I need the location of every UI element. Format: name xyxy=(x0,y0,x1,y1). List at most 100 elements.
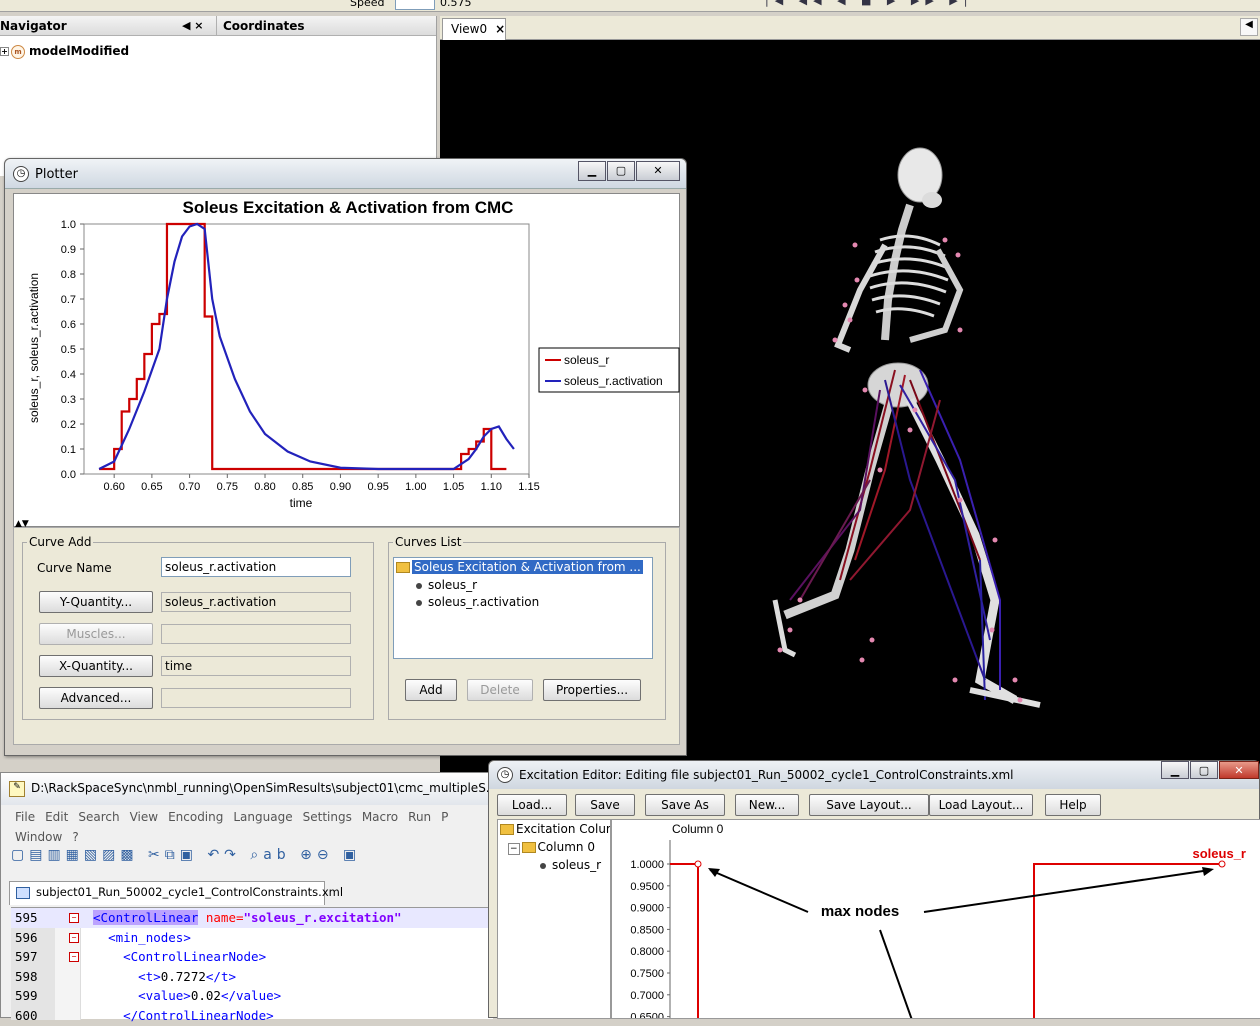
code-line[interactable]: 595 − <ControlLinear name="soleus_r.excita… xyxy=(11,908,493,928)
playback-controls[interactable]: |◀ ◀◀ ◀ ■ ▶ ▶▶ ▶| xyxy=(765,0,973,7)
plotter-titlebar[interactable]: ◷ Plotter ▁ ▢ ✕ xyxy=(5,159,686,189)
curve-label: soleus_r xyxy=(1193,846,1246,861)
muscles-button[interactable]: Muscles... xyxy=(39,623,153,645)
help-button[interactable]: Help xyxy=(1045,794,1101,816)
list-item[interactable]: soleus_r xyxy=(416,578,477,592)
max-node[interactable] xyxy=(1218,860,1226,868)
save-layout-button[interactable]: Save Layout... xyxy=(809,794,929,816)
chevron-left-icon[interactable]: ◀ xyxy=(1240,18,1258,36)
save-button[interactable]: Save xyxy=(575,794,635,816)
maximize-button[interactable]: ▢ xyxy=(1190,761,1218,779)
x-tick-label: 0.60 xyxy=(103,481,124,493)
properties-button[interactable]: Properties... xyxy=(543,679,641,701)
load-button[interactable]: Load... xyxy=(497,794,567,816)
code-line[interactable]: 597 − <ControlLinearNode> xyxy=(11,947,493,967)
menu-item[interactable]: Encoding xyxy=(168,810,223,824)
save-as-button[interactable]: Save As xyxy=(645,794,725,816)
collapse-icon[interactable]: − xyxy=(508,843,520,855)
excitation-tree[interactable]: Excitation Columns − Column 0 soleus_r xyxy=(497,819,611,1019)
curve-name-label: Curve Name xyxy=(37,561,112,575)
xml-text: 0.02 xyxy=(190,988,221,1003)
code-line[interactable]: 600 </ControlLinearNode> xyxy=(11,1006,493,1026)
close-button[interactable]: ✕ xyxy=(636,161,680,181)
tab-coordinates[interactable]: Coordinates xyxy=(216,16,311,36)
navigator-tab-controls[interactable]: ◀ × xyxy=(182,19,204,32)
x-tick-label: 0.65 xyxy=(141,481,162,493)
view-tab-bar: View0 × ◀ xyxy=(440,16,1260,40)
file-icon xyxy=(16,887,30,899)
menu-item[interactable]: File xyxy=(15,810,35,824)
tab-navigator[interactable]: Navigator xyxy=(0,19,67,33)
y-tick-label: 1.0000 xyxy=(630,859,664,871)
x-tick-label: 0.85 xyxy=(292,481,313,493)
folder-icon xyxy=(521,842,536,853)
fold-toggle-icon[interactable]: − xyxy=(69,913,79,923)
maximize-button[interactable]: ▢ xyxy=(607,161,635,181)
menu-item[interactable]: Settings xyxy=(303,810,352,824)
new-button[interactable]: New... xyxy=(735,794,799,816)
menu-item[interactable]: Language xyxy=(233,810,292,824)
y-quantity-button[interactable]: Y-Quantity... xyxy=(39,591,153,613)
line-number: 595 xyxy=(15,910,38,925)
tree-leaf[interactable]: soleus_r xyxy=(540,858,601,872)
advanced-field xyxy=(161,688,351,708)
speed-spinner[interactable] xyxy=(395,0,435,10)
plotter-window: ◷ Plotter ▁ ▢ ✕ Soleus Excitation & Activa… xyxy=(4,158,687,756)
minimize-button[interactable]: ▁ xyxy=(1161,761,1189,779)
tree-column[interactable]: − Column 0 xyxy=(508,840,595,855)
line-number: 600 xyxy=(15,1007,38,1023)
close-button[interactable]: ✕ xyxy=(1219,761,1259,779)
arrowhead-icon xyxy=(1202,867,1214,876)
menu-item[interactable]: Macro xyxy=(362,810,398,824)
curves-list-root[interactable]: Soleus Excitation & Activation from ... xyxy=(396,560,643,574)
menu-item[interactable]: Run xyxy=(408,810,431,824)
expand-icon[interactable]: + xyxy=(0,47,9,56)
code-line[interactable]: 596 − <min_nodes> xyxy=(11,928,493,948)
stopwatch-icon: ◷ xyxy=(13,166,29,182)
load-layout-button[interactable]: Load Layout... xyxy=(929,794,1033,816)
model-name[interactable]: modelModified xyxy=(29,44,129,58)
tree-root[interactable]: Excitation Columns xyxy=(500,822,610,836)
menu-item[interactable]: Window xyxy=(15,830,62,844)
menu-item[interactable]: ? xyxy=(72,830,78,844)
x-quantity-button[interactable]: X-Quantity... xyxy=(39,655,153,677)
code-editor[interactable]: 595 − <ControlLinear name="soleus_r.excita… xyxy=(11,907,493,1023)
notepad-toolbar[interactable]: ▢▤▥▦▧▨▩ ✂⧉▣ ↶↷ ⌕ab ⊕⊖ ▣ xyxy=(11,847,491,871)
y-tick-label: 0.7000 xyxy=(630,990,664,1002)
add-button[interactable]: Add xyxy=(405,679,457,701)
menu-item[interactable]: View xyxy=(130,810,158,824)
notepad-titlebar[interactable]: ✎ D:\RackSpaceSync\nmbl_running\OpenSimR… xyxy=(1,773,497,805)
advanced-button[interactable]: Advanced... xyxy=(39,687,153,709)
excitation-chart[interactable]: Column 0 soleus_r 1.0000 0.9500 0.9000 0.85… xyxy=(611,819,1260,1019)
list-item[interactable]: soleus_r.activation xyxy=(416,595,539,609)
code-line[interactable]: 598 <t>0.7272</t> xyxy=(11,967,493,987)
tab-file[interactable]: subject01_Run_50002_cycle1_ControlConstr… xyxy=(9,881,343,905)
delete-button[interactable]: Delete xyxy=(467,679,533,701)
tab-view0[interactable]: View0 × xyxy=(442,18,506,40)
menu-item[interactable]: P xyxy=(441,810,448,824)
menu-item[interactable]: Edit xyxy=(45,810,68,824)
code-line[interactable]: 599 <value>0.02</value> xyxy=(11,986,493,1006)
muscles-field xyxy=(161,624,351,644)
minimize-button[interactable]: ▁ xyxy=(578,161,606,181)
xml-close-tag: </value> xyxy=(220,988,282,1003)
curve-name-field[interactable]: soleus_r.activation xyxy=(161,557,351,577)
fold-toggle-icon[interactable]: − xyxy=(69,952,79,962)
excitation-editor-titlebar[interactable]: ◷ Excitation Editor: Editing file subjec… xyxy=(489,761,1259,789)
navigator-panel: Navigator ◀ × Coordinates + m modelModifie… xyxy=(0,16,437,176)
close-icon[interactable]: × xyxy=(495,22,505,36)
x-tick-label: 1.05 xyxy=(443,481,464,493)
max-node[interactable] xyxy=(694,860,702,868)
curve-item-label: soleus_r xyxy=(428,578,478,592)
plot-area[interactable]: Soleus Excitation & Activation from CMC … xyxy=(13,193,680,527)
y-tick-label: 0.8000 xyxy=(630,946,664,958)
view-tab-label: View0 xyxy=(451,22,488,36)
xml-close-tag: </t> xyxy=(205,968,236,984)
menu-item[interactable]: Search xyxy=(78,810,119,824)
curves-list-tree[interactable]: Soleus Excitation & Activation from ... … xyxy=(393,557,653,659)
fold-toggle-icon[interactable]: − xyxy=(69,932,79,943)
line-number: 599 xyxy=(15,988,38,1003)
xml-attr: name= xyxy=(198,910,244,925)
excitation-editor-window: ◷ Excitation Editor: Editing file subjec… xyxy=(488,760,1260,1019)
model-icon: m xyxy=(11,44,25,59)
